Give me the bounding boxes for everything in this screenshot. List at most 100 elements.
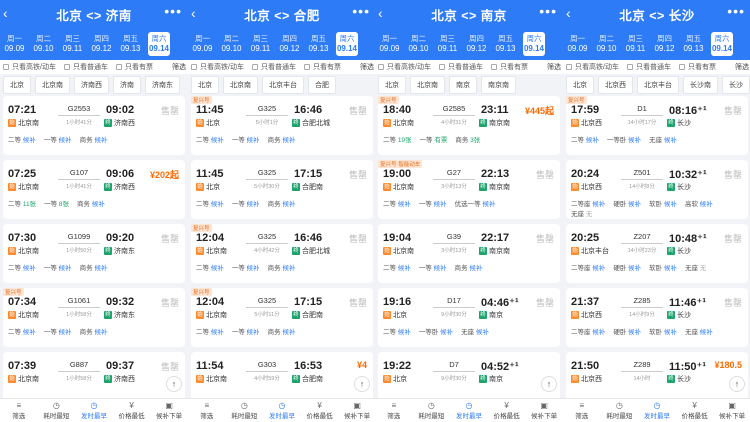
date-tab[interactable]: 周一 09.09 xyxy=(563,34,592,54)
train-card[interactable]: 复兴号 11:45 G325 5小时1分 16:46 售罄始北京终合肥北城 二等 候补 一等 … xyxy=(191,96,373,155)
filter-checkbox[interactable]: 只看普通车 xyxy=(626,62,671,72)
station-chip[interactable]: 北京南 xyxy=(223,76,258,94)
date-tab[interactable]: 周五 09.13 xyxy=(491,34,520,54)
station-chip[interactable]: 北京 xyxy=(566,76,594,94)
train-card[interactable]: 20:24 Z501 14小时8分 10:32⁺¹ 售罄始北京西终长沙 二等座 候补 硬卧 … xyxy=(566,160,748,219)
train-card[interactable]: 复兴号 18:40 G2585 4小时31分 23:11 ¥445起始北京南终南京南 二等 … xyxy=(378,96,560,155)
filter-button[interactable]: 筛选 xyxy=(360,62,376,72)
station-chip[interactable]: 北京 xyxy=(3,76,31,94)
station-chip[interactable]: 合肥 xyxy=(308,76,336,94)
train-card[interactable]: 复兴号 17:59 D1 14小时17分 08:16⁺¹ 售罄始北京西终长沙 二等 候补 一等… xyxy=(566,96,748,155)
station-chip[interactable]: 长沙 xyxy=(722,76,750,94)
date-tab[interactable]: 周二 09.10 xyxy=(217,34,246,54)
filter-button[interactable]: 筛选 xyxy=(172,62,188,72)
date-tab[interactable]: 周一 09.09 xyxy=(0,34,29,54)
chevron-left-icon[interactable]: ‹ xyxy=(566,5,571,21)
date-tab[interactable]: 周六 09.14 xyxy=(148,32,170,56)
station-chip[interactable]: 济南西 xyxy=(74,76,109,94)
toolbar-clock[interactable]: ◷ 耗时最短 xyxy=(226,401,264,420)
date-tab[interactable]: 周六 09.14 xyxy=(336,32,358,56)
train-card[interactable]: 07:21 G2553 1小时41分 09:02 售罄始北京南终济南西 二等 候补 一等 候… xyxy=(3,96,185,155)
date-tab[interactable]: 周四 09.12 xyxy=(650,34,679,54)
filter-button[interactable]: 筛选 xyxy=(547,62,563,72)
station-chip[interactable]: 济南东 xyxy=(145,76,180,94)
train-card[interactable]: 复兴号 12:04 G325 4小时42分 16:46 售罄始北京南终合肥北城 二等 候补一… xyxy=(191,224,373,283)
filter-checkbox[interactable]: 只看有票 xyxy=(490,62,528,72)
station-chip[interactable]: 北京 xyxy=(378,76,406,94)
train-card[interactable]: 07:30 G1099 1小时50分 09:20 售罄始北京南终济南东 二等 候补 一等 候… xyxy=(3,224,185,283)
toolbar-clock[interactable]: ◷ 发时最早 xyxy=(75,401,113,420)
toolbar-filter[interactable]: ≡ 筛选 xyxy=(375,401,413,420)
date-tab[interactable]: 周四 09.12 xyxy=(275,34,304,54)
arrow-up-icon[interactable]: ↑ xyxy=(541,376,557,392)
arrow-up-icon[interactable]: ↑ xyxy=(729,376,745,392)
date-tab[interactable]: 周三 09.11 xyxy=(621,34,650,54)
toolbar-filter[interactable]: ≡ 筛选 xyxy=(563,401,601,420)
toolbar-price[interactable]: ¥ 价格最低 xyxy=(113,401,151,420)
station-chip[interactable]: 济南 xyxy=(113,76,141,94)
filter-checkbox[interactable]: 只看有票 xyxy=(303,62,341,72)
date-tab[interactable]: 周二 09.10 xyxy=(592,34,621,54)
more-dots-icon[interactable]: ••• xyxy=(727,3,745,19)
train-card[interactable]: 复兴号 07:34 G1061 1小时58分 09:32 售罄始北京南终济南东 二等 候补一… xyxy=(3,288,185,347)
toolbar-price[interactable]: ¥ 价格最低 xyxy=(676,401,714,420)
filter-checkbox[interactable]: 只看有票 xyxy=(115,62,153,72)
filter-checkbox[interactable]: 只看普通车 xyxy=(438,62,483,72)
date-tab[interactable]: 周一 09.09 xyxy=(375,34,404,54)
date-tab[interactable]: 周一 09.09 xyxy=(188,34,217,54)
date-tab[interactable]: 周二 09.10 xyxy=(29,34,58,54)
toolbar-cart[interactable]: ▣ 候补下单 xyxy=(713,401,750,420)
station-chip[interactable]: 北京南 xyxy=(35,76,70,94)
toolbar-cart[interactable]: ▣ 候补下单 xyxy=(525,401,563,420)
toolbar-filter[interactable]: ≡ 筛选 xyxy=(188,401,226,420)
train-card[interactable]: 19:22 D7 9小时30分 04:52⁺¹ 始北京终南京 xyxy=(378,352,560,398)
arrow-up-icon[interactable]: ↑ xyxy=(354,376,370,392)
toolbar-filter[interactable]: ≡ 筛选 xyxy=(0,401,38,420)
toolbar-cart[interactable]: ▣ 候补下单 xyxy=(338,401,376,420)
chevron-left-icon[interactable]: ‹ xyxy=(378,5,383,21)
filter-button[interactable]: 筛选 xyxy=(735,62,750,72)
station-chip[interactable]: 北京丰台 xyxy=(262,76,304,94)
chevron-left-icon[interactable]: ‹ xyxy=(191,5,196,21)
train-card[interactable]: 07:39 G887 1小时58分 09:37 售罄始北京南终济南西 xyxy=(3,352,185,398)
more-dots-icon[interactable]: ••• xyxy=(164,3,182,19)
toolbar-clock[interactable]: ◷ 发时最早 xyxy=(638,401,676,420)
station-chip[interactable]: 北京南 xyxy=(410,76,445,94)
train-card[interactable]: 复兴号 12:04 G325 5小时11分 17:15 售罄始北京南终合肥南 二等 候补 一等… xyxy=(191,288,373,347)
date-tab[interactable]: 周四 09.12 xyxy=(87,34,116,54)
station-chip[interactable]: 长沙南 xyxy=(683,76,718,94)
station-chip[interactable]: 南京南 xyxy=(481,76,516,94)
train-card[interactable]: 19:04 G39 3小时13分 22:17 售罄始北京南终南京南 二等 候补 一等 候补商… xyxy=(378,224,560,283)
more-dots-icon[interactable]: ••• xyxy=(539,3,557,19)
toolbar-clock[interactable]: ◷ 耗时最短 xyxy=(413,401,451,420)
date-tab[interactable]: 周三 09.11 xyxy=(433,34,462,54)
train-card[interactable]: 21:37 Z285 14小时9分 11:46⁺¹ 售罄始北京西终长沙 二等座 候补 硬卧 … xyxy=(566,288,748,347)
station-chip[interactable]: 南京 xyxy=(449,76,477,94)
date-tab[interactable]: 周三 09.11 xyxy=(246,34,275,54)
train-card[interactable]: 20:25 Z207 14小时23分 10:48⁺¹ 售罄始北京丰台终长沙 二等座 候补硬… xyxy=(566,224,748,283)
arrow-up-icon[interactable]: ↑ xyxy=(166,376,182,392)
date-tab[interactable]: 周二 09.10 xyxy=(404,34,433,54)
station-chip[interactable]: 北京丰台 xyxy=(637,76,679,94)
station-chip[interactable]: 北京西 xyxy=(598,76,633,94)
date-tab[interactable]: 周五 09.13 xyxy=(679,34,708,54)
toolbar-price[interactable]: ¥ 价格最低 xyxy=(488,401,526,420)
filter-checkbox[interactable]: 只看普通车 xyxy=(63,62,108,72)
date-tab[interactable]: 周三 09.11 xyxy=(58,34,87,54)
train-card[interactable]: 07:25 G107 1小时41分 09:06 ¥202起始北京南终济南西 二等 11张一… xyxy=(3,160,185,219)
date-tab[interactable]: 周五 09.13 xyxy=(304,34,333,54)
toolbar-clock[interactable]: ◷ 耗时最短 xyxy=(38,401,76,420)
toolbar-price[interactable]: ¥ 价格最低 xyxy=(301,401,339,420)
filter-checkbox[interactable]: 只看高铁/动车 xyxy=(378,62,431,72)
train-card[interactable]: 21:50 Z289 14小时 11:50⁺¹ ¥180.5 始北京西终长沙 xyxy=(566,352,748,398)
toolbar-cart[interactable]: ▣ 候补下单 xyxy=(150,401,188,420)
filter-checkbox[interactable]: 只看高铁/动车 xyxy=(566,62,619,72)
filter-checkbox[interactable]: 只看高铁/动车 xyxy=(3,62,56,72)
chevron-left-icon[interactable]: ‹ xyxy=(3,5,8,21)
toolbar-clock[interactable]: ◷ 发时最早 xyxy=(450,401,488,420)
date-tab[interactable]: 周五 09.13 xyxy=(116,34,145,54)
toolbar-clock[interactable]: ◷ 发时最早 xyxy=(263,401,301,420)
train-card[interactable]: 11:45 G325 5小时30分 17:15 售罄始北京终合肥南 二等 候补 一等 候补商… xyxy=(191,160,373,219)
filter-checkbox[interactable]: 只看高铁/动车 xyxy=(191,62,244,72)
filter-checkbox[interactable]: 只看普通车 xyxy=(251,62,296,72)
